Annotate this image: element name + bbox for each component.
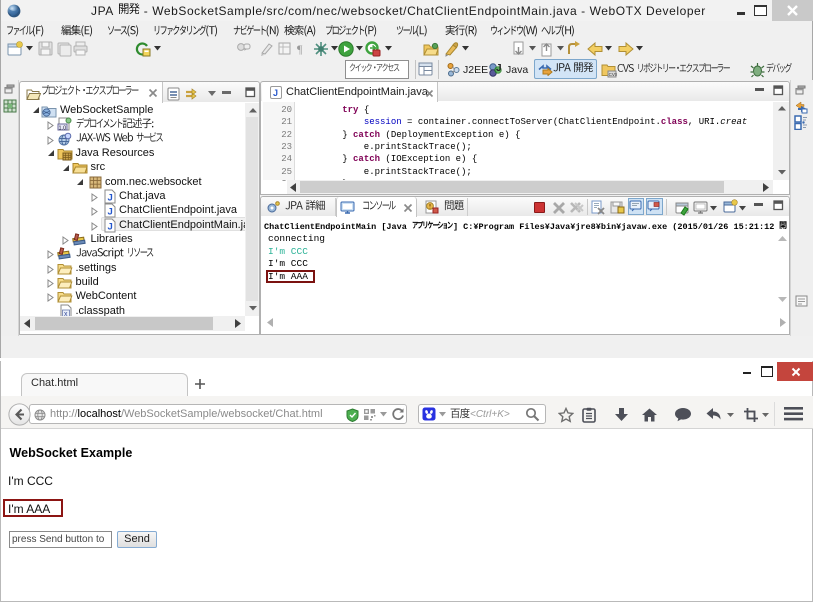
svg-text:J: J [108, 221, 113, 232]
svg-text:CVS: CVS [609, 72, 617, 77]
svg-text:J: J [273, 88, 278, 98]
svg-text:J: J [496, 63, 502, 74]
svg-text:J: J [108, 192, 113, 203]
svg-text:J: J [108, 207, 113, 218]
svg-text:¶: ¶ [297, 42, 303, 56]
